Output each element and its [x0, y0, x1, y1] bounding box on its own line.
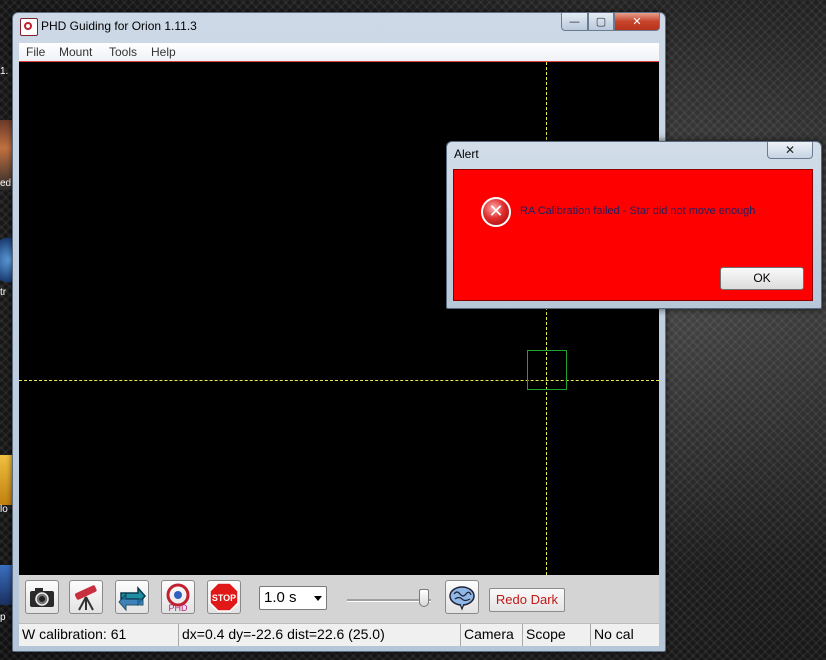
menu-bar: File Mount Tools Help	[19, 43, 659, 62]
alert-title: Alert	[454, 147, 479, 161]
minimize-button[interactable]: —	[561, 13, 588, 31]
menu-help[interactable]: Help	[151, 45, 176, 59]
status-calibration: No cal	[594, 626, 634, 642]
connect-mount-button[interactable]	[69, 580, 103, 614]
desktop-icon-label: ed	[0, 178, 12, 189]
menu-file[interactable]: File	[26, 45, 45, 59]
menu-mount[interactable]: Mount	[59, 45, 92, 59]
redo-dark-button[interactable]: Redo Dark	[489, 588, 565, 612]
alert-dialog: Alert ✕ ✕ RA Calibration failed - Star d…	[446, 141, 822, 309]
chevron-down-icon	[314, 596, 322, 601]
window-title: PHD Guiding for Orion 1.11.3	[41, 19, 197, 33]
exposure-duration-select[interactable]: 1.0 s	[259, 586, 327, 610]
alert-body: ✕ RA Calibration failed - Star did not m…	[453, 169, 813, 301]
phd-guide-icon: PHD	[166, 583, 190, 613]
brain-icon	[449, 586, 475, 611]
desktop-icon-label: lo	[0, 504, 8, 515]
guide-image-canvas[interactable]	[19, 62, 659, 575]
desktop-icon-label: tr	[0, 287, 7, 298]
guide-button[interactable]: PHD	[161, 580, 195, 614]
crosshair-vertical	[546, 62, 547, 575]
menu-tools[interactable]: Tools	[109, 45, 137, 59]
alert-message: RA Calibration failed - Star did not mov…	[520, 205, 756, 217]
desktop-folder-icon[interactable]	[0, 455, 12, 505]
close-button[interactable]: ✕	[614, 13, 660, 31]
status-scope: Scope	[523, 624, 591, 646]
loop-icon	[118, 586, 146, 612]
phd-app-icon[interactable]	[20, 18, 38, 36]
desktop-icon[interactable]	[0, 235, 12, 290]
title-bar[interactable]: PHD Guiding for Orion 1.11.3 — ▢ ✕	[13, 13, 665, 41]
gamma-slider-thumb[interactable]	[419, 589, 430, 607]
camera-icon	[30, 588, 54, 607]
stop-icon: STOP	[209, 582, 239, 612]
brain-settings-button[interactable]	[445, 580, 479, 614]
toolbar: PHD STOP 1.0 s Redo Dark	[19, 575, 659, 623]
ok-button[interactable]: OK	[720, 267, 804, 290]
svg-text:PHD: PHD	[168, 603, 188, 613]
loop-exposure-button[interactable]	[115, 580, 149, 614]
status-message: W calibration: 61	[19, 624, 179, 646]
desktop-icon-label: 1.	[0, 66, 9, 77]
connect-camera-button[interactable]	[25, 580, 59, 614]
svg-text:STOP: STOP	[212, 593, 236, 603]
status-camera: Camera	[461, 624, 523, 646]
status-bar: W calibration: 61 dx=0.4 dy=-22.6 dist=2…	[19, 623, 659, 646]
status-offset: dx=0.4 dy=-22.6 dist=22.6 (25.0)	[179, 624, 461, 646]
star-selection-box	[527, 350, 567, 390]
exposure-duration-value: 1.0 s	[264, 589, 297, 606]
telescope-icon	[74, 585, 97, 611]
stop-button[interactable]: STOP	[207, 580, 241, 614]
desktop-icon[interactable]	[0, 565, 12, 605]
alert-close-button[interactable]: ✕	[767, 142, 813, 159]
maximize-button[interactable]: ▢	[588, 13, 614, 31]
error-icon: ✕	[481, 197, 511, 227]
phd-main-window: PHD Guiding for Orion 1.11.3 — ▢ ✕ File …	[12, 12, 666, 652]
desktop-icon-label: p	[0, 612, 6, 623]
